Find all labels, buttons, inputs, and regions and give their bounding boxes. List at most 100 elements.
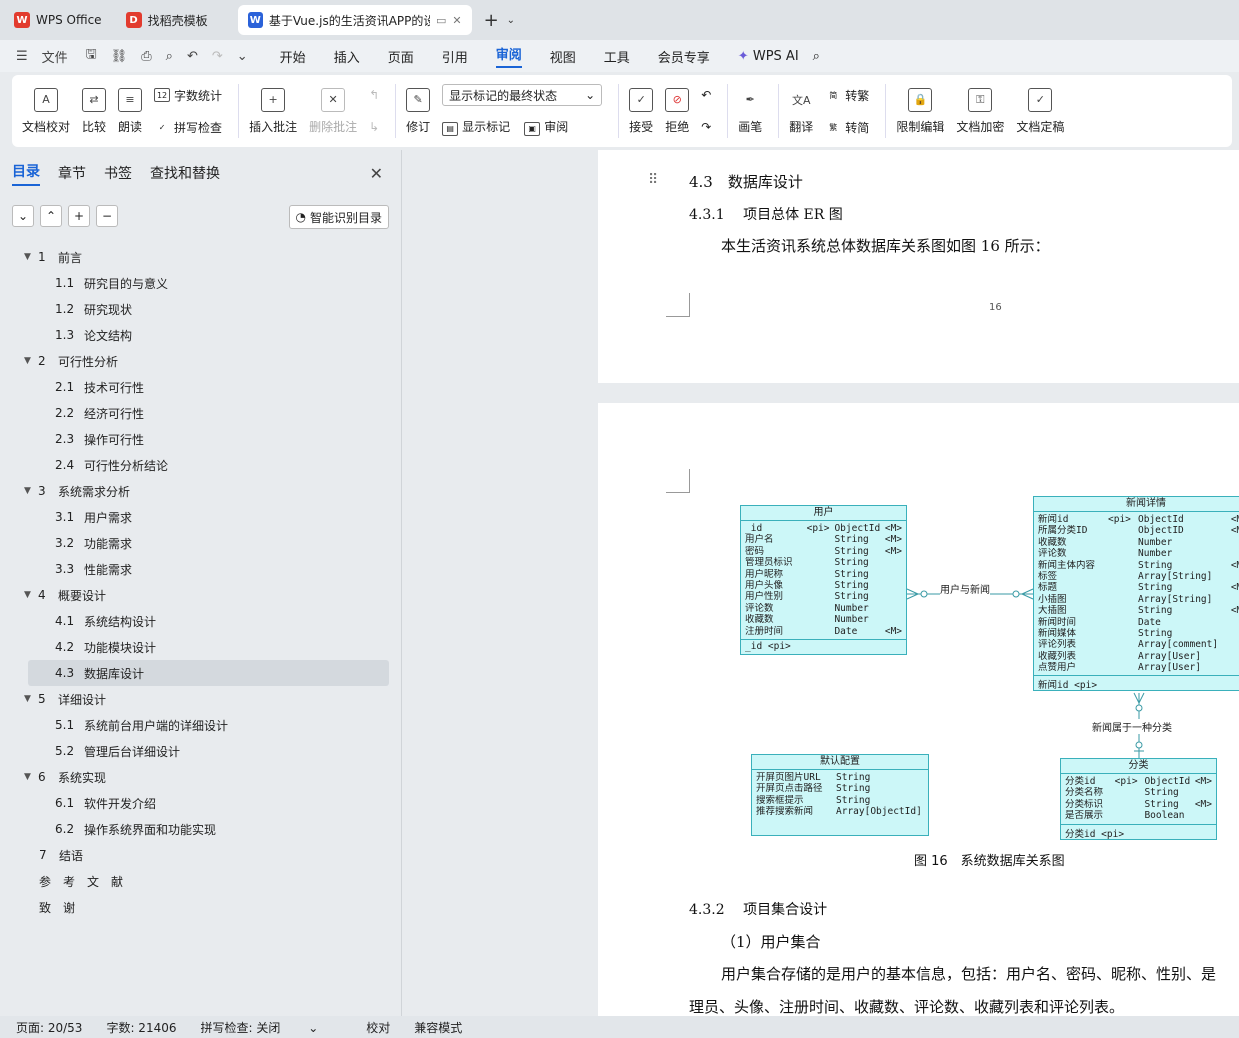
toc-item[interactable]: 7 结语 (0, 842, 401, 868)
toc-item[interactable]: 1.2 研究现状 (0, 296, 401, 322)
show-markup-button[interactable]: ▤ 显示标记 (442, 118, 510, 136)
accept-button[interactable]: ✓ 接受 (629, 87, 653, 135)
menu-view[interactable]: 视图 (550, 47, 576, 66)
toc-item[interactable]: 6.2 操作系统界面和功能实现 (0, 816, 401, 842)
menu-tools[interactable]: 工具 (604, 47, 630, 66)
menu-insert[interactable]: 插入 (334, 47, 360, 66)
entity-category[interactable]: 分类 分类id <pi> ObjectId <M> 分类名称 String 分类标识 Strin… (1060, 758, 1217, 840)
collapse-arrow-icon[interactable]: ▼ (24, 590, 38, 600)
toc-item[interactable]: 3.3 性能需求 (0, 556, 401, 582)
tab-sections[interactable]: 章节 (58, 163, 86, 183)
undo-icon[interactable]: ↶ (187, 49, 198, 64)
encrypt-button[interactable]: ⚿ 文档加密 (956, 87, 1004, 135)
finalize-button[interactable]: ✓ 文档定稿 (1016, 87, 1064, 135)
tab-bookmarks[interactable]: 书签 (104, 163, 132, 183)
prev-change-icon[interactable]: ↶ (701, 84, 711, 106)
toc-item[interactable]: ▼ 4 概要设计 (0, 582, 401, 608)
proof-status[interactable]: 校对 (366, 1019, 390, 1036)
to-simplified-button[interactable]: 繁转简 (825, 116, 869, 138)
doc-check-button[interactable]: A 文档校对 (22, 87, 70, 135)
tab-templates[interactable]: D 找稻壳模板 (116, 5, 234, 35)
spell-check-button[interactable]: ✓ 拼写检查 (154, 116, 222, 138)
pen-button[interactable]: ✒ 画笔 (738, 88, 762, 135)
save-icon[interactable]: 🖫 (86, 45, 97, 67)
print-icon[interactable]: ⎙ (141, 49, 151, 64)
chevron-down-icon[interactable]: ⌄ (507, 15, 515, 26)
menu-reference[interactable]: 引用 (442, 47, 468, 66)
toc-item[interactable]: 2.2 经济可行性 (0, 400, 401, 426)
tab-find-replace[interactable]: 查找和替换 (150, 163, 220, 183)
smart-toc-button[interactable]: ◔ 智能识别目录 (288, 205, 389, 229)
prev-comment-icon[interactable]: ↰ (369, 84, 379, 106)
page-indicator[interactable]: 页面: 20/53 (16, 1019, 82, 1036)
collapse-icon[interactable]: ⌃ (40, 205, 62, 227)
toc-item[interactable]: 5.1 系统前台用户端的详细设计 (0, 712, 401, 738)
close-icon[interactable]: ✕ (370, 164, 383, 183)
expand-icon[interactable]: ⌄ (12, 205, 34, 227)
toc-item[interactable]: 3.2 功能需求 (0, 530, 401, 556)
entity-news[interactable]: 新闻详情新闻id <pi> ObjectId <M> 所属分类ID ObjectID <M>… (1033, 496, 1239, 692)
toc-item[interactable]: 4.3 数据库设计 (28, 660, 389, 686)
collapse-arrow-icon[interactable]: ▼ (24, 772, 38, 782)
word-count-button[interactable]: 12 字数统计 (154, 84, 222, 106)
restrict-edit-button[interactable]: 🔒 限制编辑 (896, 87, 944, 135)
collapse-arrow-icon[interactable]: ▼ (24, 356, 38, 366)
spell-status[interactable]: 拼写检查: 关闭 ⌄ (201, 1019, 343, 1036)
toc-item[interactable]: 致谢 (0, 894, 401, 920)
chevron-down-icon[interactable]: ⌄ (237, 49, 248, 64)
reject-button[interactable]: ⊘ 拒绝 (665, 87, 689, 135)
entity-config[interactable]: 默认配置 开屏页图片URL String 开屏页点击路径 String 搜索框提示 Stri… (751, 754, 929, 836)
toc-item[interactable]: 1.1 研究目的与意义 (0, 270, 401, 296)
link-icon[interactable]: ⛓ (111, 49, 128, 64)
next-change-icon[interactable]: ↷ (701, 116, 711, 138)
toc-item[interactable]: 5.2 管理后台详细设计 (0, 738, 401, 764)
search-icon[interactable]: ⌕ (813, 49, 820, 64)
toc-item[interactable]: 2.1 技术可行性 (0, 374, 401, 400)
toc-item[interactable]: ▼ 3 系统需求分析 (0, 478, 401, 504)
toc-item[interactable]: 1.3 论文结构 (0, 322, 401, 348)
preview-icon[interactable]: ⌕ (166, 49, 173, 64)
new-tab-plus-icon[interactable]: + (484, 10, 499, 31)
drag-handle-icon[interactable]: ⠿ (648, 172, 658, 188)
to-traditional-button[interactable]: 简转繁 (825, 84, 869, 106)
compare-button[interactable]: ⇄ 比较 (82, 87, 106, 135)
redo-icon[interactable]: ↷ (212, 49, 223, 64)
remove-icon[interactable]: − (96, 205, 118, 227)
toc-item[interactable]: ▼ 5 详细设计 (0, 686, 401, 712)
close-icon[interactable]: ✕ (452, 14, 461, 27)
toc-item[interactable]: ▼ 6 系统实现 (0, 764, 401, 790)
toc-item[interactable]: ▼ 2 可行性分析 (0, 348, 401, 374)
read-aloud-button[interactable]: ≡ 朗读 (118, 87, 142, 135)
collapse-arrow-icon[interactable]: ▼ (24, 694, 38, 704)
menu-file[interactable]: 文件 (42, 47, 68, 66)
tab-toc[interactable]: 目录 (12, 161, 40, 186)
next-comment-icon[interactable]: ↳ (369, 116, 379, 138)
markup-state-select[interactable]: 显示标记的最终状态 ⌄ (442, 84, 603, 106)
menu-page[interactable]: 页面 (388, 47, 414, 66)
toc-item[interactable]: 2.3 操作可行性 (0, 426, 401, 452)
menu-start[interactable]: 开始 (280, 47, 306, 66)
tab-document[interactable]: W 基于Vue.js的生活资讯APP的设 ▭ ✕ (237, 5, 472, 35)
toc-item[interactable]: 4.2 功能模块设计 (0, 634, 401, 660)
collapse-arrow-icon[interactable]: ▼ (24, 252, 38, 262)
revise-button[interactable]: ✎ 修订 (406, 87, 430, 135)
delete-comment-button[interactable]: ✕ 删除批注 (309, 87, 357, 135)
toc-item[interactable]: 4.1 系统结构设计 (0, 608, 401, 634)
word-count[interactable]: 字数: 21406 (106, 1019, 176, 1036)
entity-user[interactable]: 用户 _id <pi> ObjectId <M> 用户名 String <M> 密码 String… (740, 505, 907, 655)
tab-wps-office[interactable]: W WPS Office (4, 5, 112, 35)
toc-item[interactable]: 2.4 可行性分析结论 (0, 452, 401, 478)
collapse-arrow-icon[interactable]: ▼ (24, 486, 38, 496)
toc-item[interactable]: 6.1 软件开发介绍 (0, 790, 401, 816)
toc-item[interactable]: 参考文献 (0, 868, 401, 894)
review-pane-button[interactable]: ▣ 审阅 (524, 118, 568, 136)
wps-ai-button[interactable]: ✦ WPS AI (738, 49, 799, 64)
add-icon[interactable]: + (68, 205, 90, 227)
toc-item[interactable]: 3.1 用户需求 (0, 504, 401, 530)
toc-item[interactable]: ▼ 1 前言 (0, 244, 401, 270)
translate-button[interactable]: 文A 翻译 (789, 88, 813, 135)
hamburger-icon[interactable]: ☰ (16, 49, 28, 64)
menu-review[interactable]: 审阅 (495, 44, 522, 68)
menu-member[interactable]: 会员专享 (658, 47, 710, 66)
insert-comment-button[interactable]: + 插入批注 (249, 87, 297, 135)
